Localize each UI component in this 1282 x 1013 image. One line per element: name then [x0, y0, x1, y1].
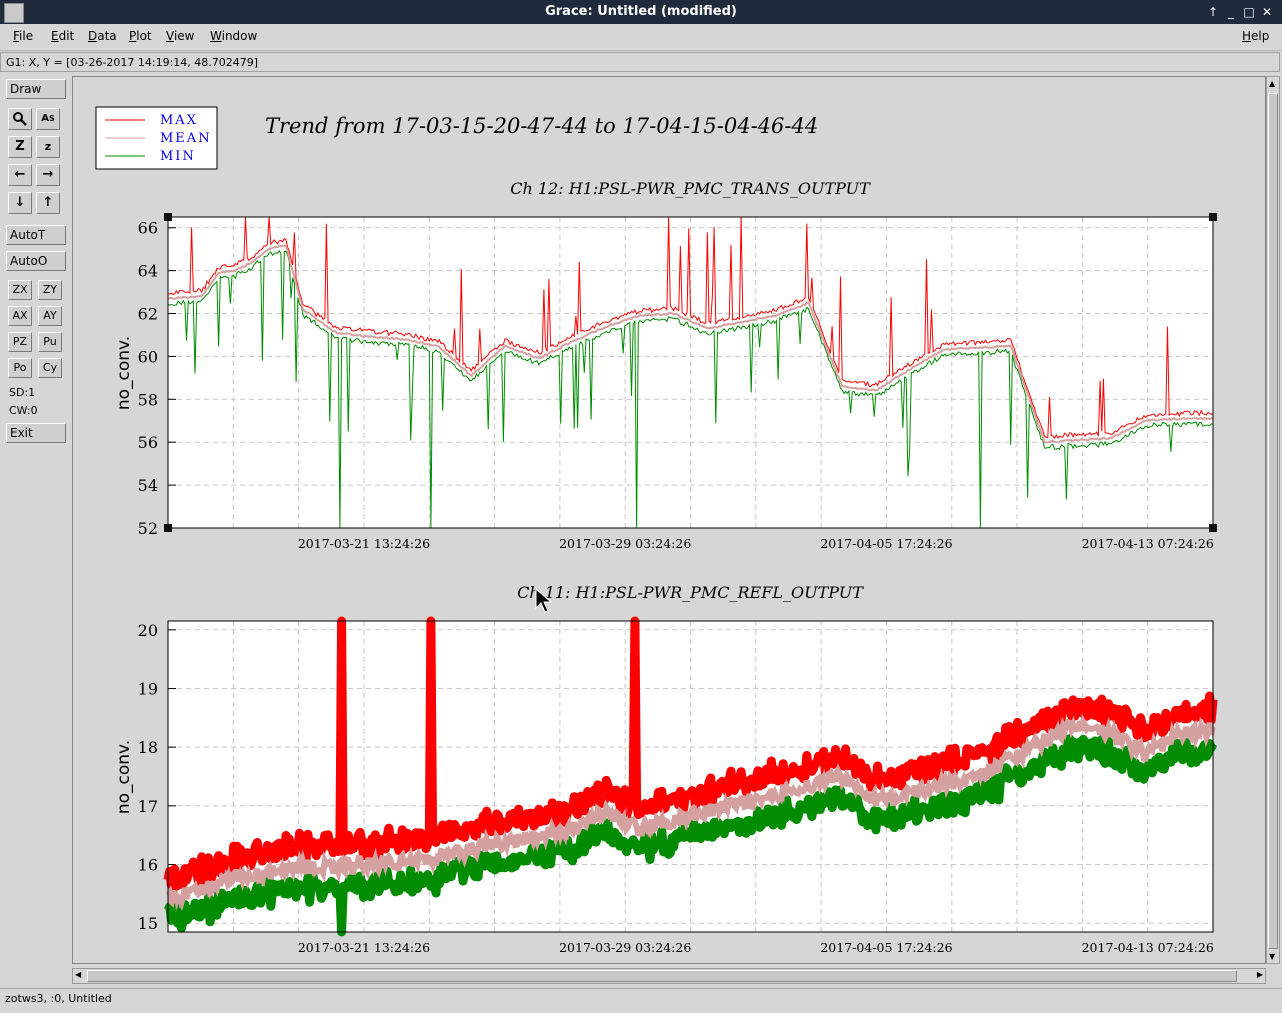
x-tick-label: 2017-04-13 07:24:26	[1082, 536, 1214, 551]
tool-panel: Draw AS Z z ← → ↓ ↑ AutoT AutoO ZX ZY AX…	[0, 74, 70, 974]
menu-plot[interactable]: Plot	[129, 29, 152, 43]
window-titlebar: Grace: Untitled (modified) ↑ _ □ ✕	[0, 0, 1282, 24]
text-label-icon[interactable]: AS	[36, 108, 60, 130]
draw-button[interactable]: Draw	[6, 79, 66, 99]
menu-file[interactable]: File	[13, 29, 33, 43]
horizontal-scroll-thumb[interactable]	[87, 970, 1237, 982]
y-tick-label: 20	[138, 621, 158, 640]
x-tick-label: 2017-04-13 07:24:26	[1082, 940, 1214, 955]
selection-handle[interactable]	[164, 524, 172, 532]
arrow-up-icon[interactable]: ↑	[36, 192, 60, 214]
zoom-x-icon[interactable]: Z	[8, 136, 32, 158]
zx-button[interactable]: ZX	[8, 280, 32, 300]
legend: MAX MEAN MIN	[95, 106, 218, 170]
selection-handle[interactable]	[164, 213, 172, 221]
menu-data[interactable]: Data	[88, 29, 117, 43]
legend-label-max: MAX	[160, 113, 198, 128]
menu-window[interactable]: Window	[210, 29, 257, 43]
arrow-left-icon[interactable]: ←	[8, 164, 32, 186]
y-tick-label: 64	[138, 262, 158, 281]
x-tick-label: 2017-04-05 17:24:26	[820, 940, 952, 955]
cw-label: CW:0	[9, 404, 38, 417]
horizontal-scrollbar[interactable]: ◀ ▶	[72, 968, 1266, 984]
pz-button[interactable]: PZ	[8, 332, 32, 352]
y-tick-label: 54	[138, 476, 158, 495]
y-tick-label: 56	[138, 433, 158, 452]
ay-button[interactable]: AY	[38, 306, 62, 326]
scroll-up-icon[interactable]: ▲	[1269, 79, 1275, 88]
shade-icon[interactable]: ↑	[1204, 3, 1222, 21]
x-tick-label: 2017-03-29 03:24:26	[559, 536, 691, 551]
legend-label-min: MIN	[160, 149, 196, 164]
plot-svg: MAX MEAN MIN Trend from 17-03-15-20-47-4…	[95, 106, 1218, 955]
y-tick-label: 18	[138, 738, 158, 757]
scroll-left-icon[interactable]: ◀	[75, 970, 81, 979]
chart2: 15 16 17 18 19 20 2017-03-21 13:24:26 2017-03-2…	[138, 616, 1218, 955]
menu-help[interactable]: Help	[1242, 29, 1269, 43]
pu-button[interactable]: Pu	[38, 332, 62, 352]
y-tick-label: 62	[138, 305, 158, 324]
mouse-cursor-icon	[535, 588, 553, 613]
scroll-right-icon[interactable]: ▶	[1257, 970, 1263, 979]
menu-view[interactable]: View	[166, 29, 194, 43]
y-tick-label: 17	[138, 797, 158, 816]
selection-handle[interactable]	[1209, 213, 1217, 221]
y-tick-label: 60	[138, 347, 158, 366]
scroll-down-icon[interactable]: ▼	[1269, 952, 1275, 961]
window-title: Grace: Untitled (modified)	[545, 4, 737, 19]
chart1: 52 54 56 58 60 62 64 66 2017-03-21 13:24:26 2017-…	[138, 213, 1217, 551]
x-tick-label: 2017-03-29 03:24:26	[559, 940, 691, 955]
autot-button[interactable]: AutoT	[6, 225, 66, 245]
vertical-scrollbar[interactable]: ▲ ▼	[1266, 76, 1280, 964]
maximize-icon[interactable]: □	[1240, 3, 1258, 21]
close-icon[interactable]: ✕	[1258, 3, 1276, 21]
exit-button[interactable]: Exit	[6, 423, 66, 443]
cy-button[interactable]: Cy	[38, 358, 62, 378]
menu-edit[interactable]: Edit	[51, 29, 74, 43]
zy-button[interactable]: ZY	[38, 280, 62, 300]
arrow-down-icon[interactable]: ↓	[8, 192, 32, 214]
chart1-ylabel: no_conv.	[114, 336, 134, 410]
minimize-icon[interactable]: _	[1222, 3, 1240, 21]
x-tick-label: 2017-03-21 13:24:26	[298, 940, 430, 955]
zoom-icon[interactable]	[8, 108, 32, 130]
sd-label: SD:1	[9, 386, 36, 399]
autoo-button[interactable]: AutoO	[6, 251, 66, 271]
y-tick-label: 66	[138, 219, 158, 238]
ax-button[interactable]: AX	[8, 306, 32, 326]
vertical-scroll-thumb[interactable]	[1268, 93, 1278, 949]
suptitle: Trend from 17-03-15-20-47-44 to 17-04-15…	[265, 114, 818, 138]
x-tick-label: 2017-04-05 17:24:26	[820, 536, 952, 551]
selection-handle[interactable]	[1209, 524, 1217, 532]
zoom-y-icon[interactable]: z	[36, 136, 60, 158]
status-bar: zotws3, :0, Untitled	[0, 988, 1282, 1011]
chart1-title: Ch 12: H1:PSL-PWR_PMC_TRANS_OUTPUT	[510, 179, 871, 198]
chart2-ylabel: no_conv.	[114, 740, 134, 814]
po-button[interactable]: Po	[8, 358, 32, 378]
y-tick-label: 19	[138, 679, 158, 698]
x-tick-label: 2017-03-21 13:24:26	[298, 536, 430, 551]
plot-canvas[interactable]: MAX MEAN MIN Trend from 17-03-15-20-47-4…	[72, 76, 1266, 964]
menubar: File Edit Data Plot View Window Help	[0, 24, 1282, 51]
arrow-right-icon[interactable]: →	[36, 164, 60, 186]
legend-label-mean: MEAN	[160, 131, 212, 146]
y-tick-label: 16	[138, 856, 158, 875]
status-text: zotws3, :0, Untitled	[5, 992, 112, 1005]
locator-readout: G1: X, Y = [03-26-2017 14:19:14, 48.7024…	[6, 56, 259, 69]
y-tick-label: 15	[138, 914, 158, 933]
y-tick-label: 52	[138, 519, 158, 538]
locator-bar: G1: X, Y = [03-26-2017 14:19:14, 48.7024…	[0, 52, 1280, 72]
chart2-title: Ch 11: H1:PSL-PWR_PMC_REFL_OUTPUT	[517, 583, 864, 602]
y-tick-label: 58	[138, 390, 158, 409]
